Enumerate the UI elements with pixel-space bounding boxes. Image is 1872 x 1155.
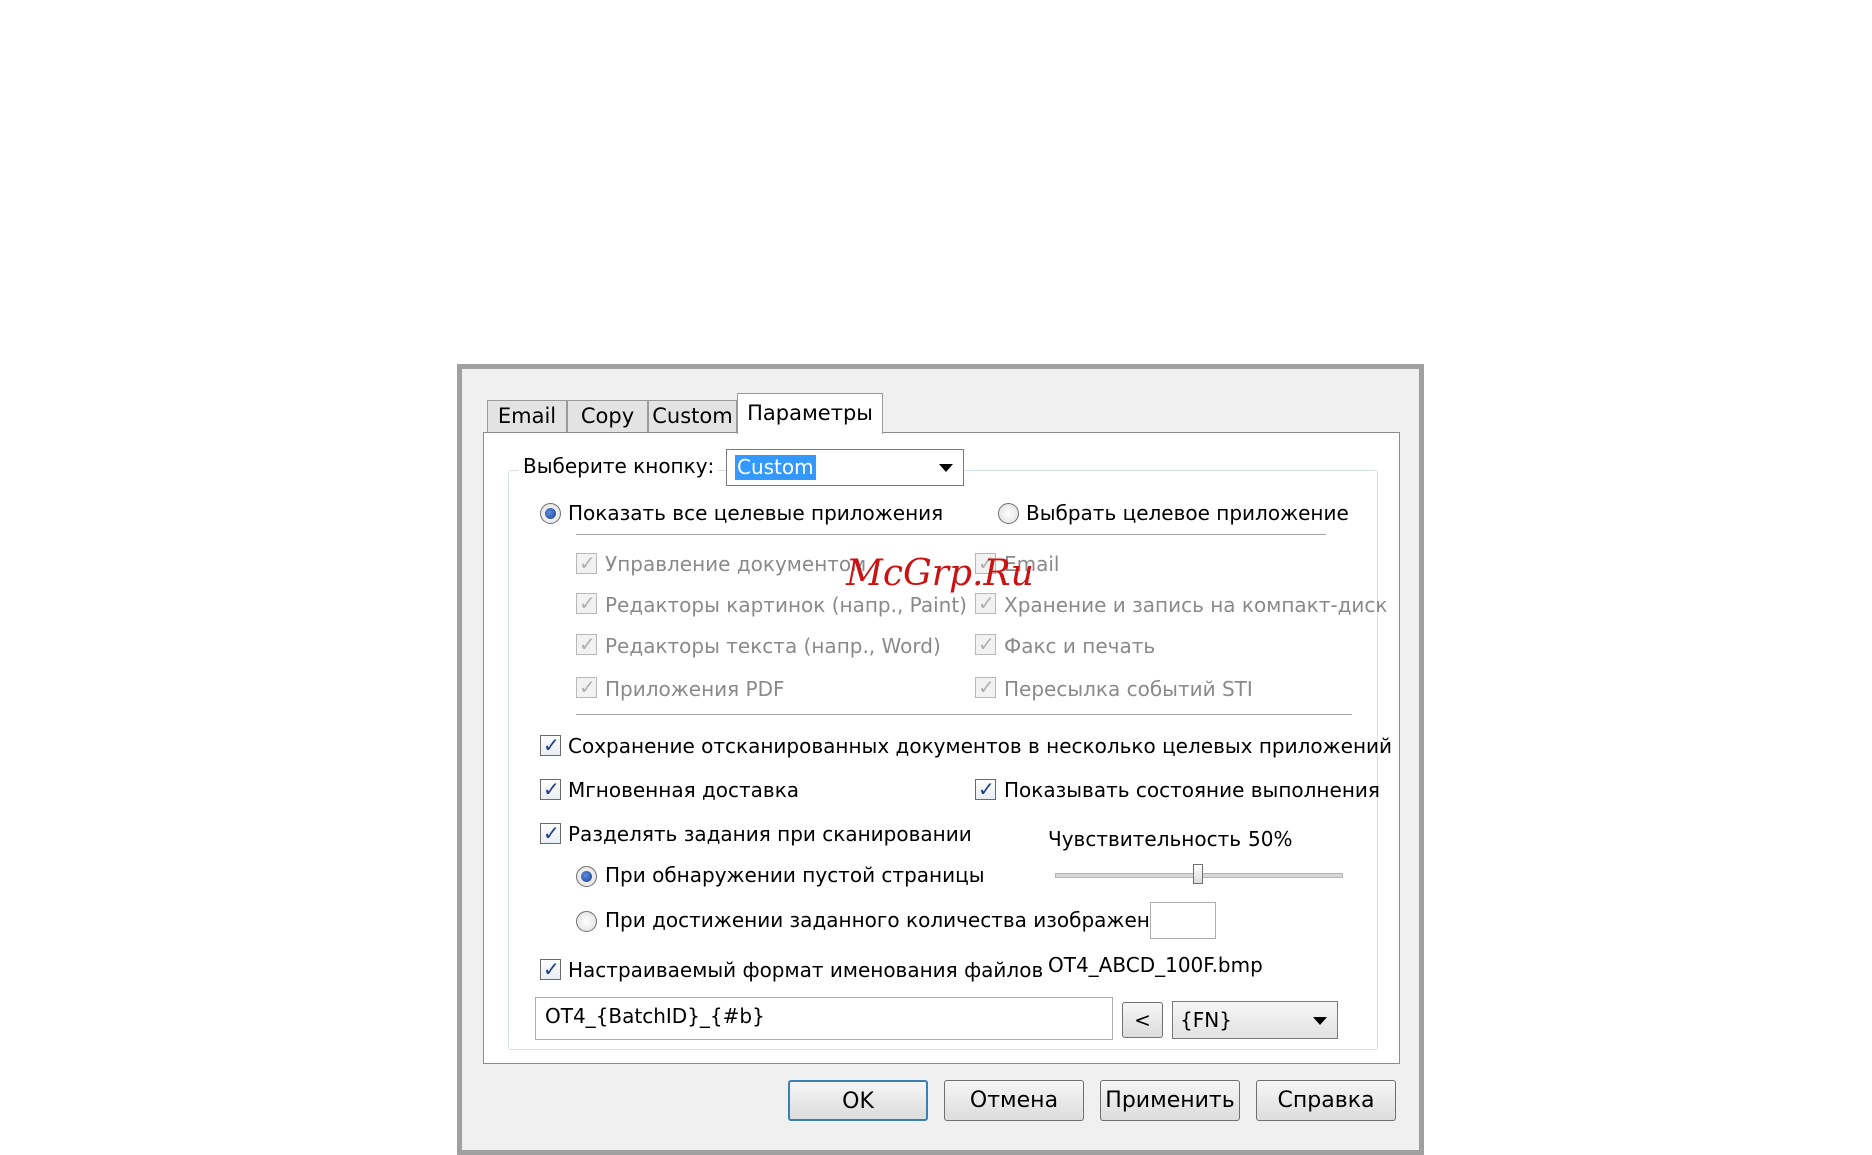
checkbox-fax-print[interactable] bbox=[975, 632, 996, 656]
radio-select-target[interactable] bbox=[998, 503, 1019, 524]
watermark: McGrp.Ru bbox=[846, 553, 1034, 594]
radio-show-all-label: Показать все целевые приложения bbox=[568, 501, 944, 525]
app-type-label: Редакторы картинок (напр., Paint) bbox=[605, 593, 967, 617]
radio-show-all[interactable] bbox=[540, 503, 561, 524]
split-jobs-label: Разделять задания при сканировании bbox=[568, 822, 972, 846]
filename-format-value: OT4_{BatchID}_{#b} bbox=[545, 1004, 765, 1028]
button-select-value: Custom bbox=[735, 455, 816, 480]
tab-parameters[interactable]: Параметры bbox=[737, 393, 883, 434]
cancel-button[interactable]: Отмена bbox=[944, 1080, 1084, 1121]
image-count-label: При достижении заданного количества изоб… bbox=[605, 908, 1176, 932]
custom-naming-label: Настраиваемый формат именования файлов bbox=[568, 958, 1044, 982]
token-select[interactable]: {FN} bbox=[1172, 1001, 1338, 1039]
save-multiple-label: Сохранение отсканированных документов в … bbox=[568, 734, 1393, 758]
blank-page-label: При обнаружении пустой страницы bbox=[605, 863, 985, 887]
help-button[interactable]: Справка bbox=[1256, 1080, 1396, 1121]
chevron-down-icon bbox=[1313, 1017, 1327, 1025]
tab-email[interactable]: Email bbox=[487, 400, 567, 432]
app-type-label: Управление документом bbox=[605, 552, 867, 576]
checkbox-cd-burning[interactable] bbox=[975, 591, 996, 615]
checkbox-instant-delivery[interactable] bbox=[540, 777, 561, 801]
checkbox-document-management[interactable] bbox=[576, 551, 597, 575]
checkbox-custom-naming[interactable] bbox=[540, 957, 561, 981]
sensitivity-value: 50% bbox=[1248, 827, 1293, 851]
filename-preview: OT4_ABCD_100F.bmp bbox=[1048, 953, 1263, 977]
app-type-label: Хранение и запись на компакт-диск bbox=[1004, 593, 1388, 617]
ok-button[interactable]: OK bbox=[788, 1080, 928, 1121]
checkbox-show-progress[interactable] bbox=[975, 777, 996, 801]
checkbox-save-multiple[interactable] bbox=[540, 733, 561, 757]
token-select-value: {FN} bbox=[1180, 1008, 1232, 1032]
checkbox-split-jobs[interactable] bbox=[540, 821, 561, 845]
divider bbox=[576, 714, 1352, 715]
tab-copy[interactable]: Copy bbox=[567, 400, 648, 432]
image-count-input[interactable] bbox=[1150, 902, 1216, 939]
tab-custom[interactable]: Custom bbox=[648, 400, 737, 432]
divider bbox=[576, 534, 1326, 535]
radio-blank-page[interactable] bbox=[576, 866, 597, 887]
sensitivity-slider-thumb[interactable] bbox=[1193, 864, 1203, 884]
checkbox-image-editors[interactable] bbox=[576, 591, 597, 615]
chevron-down-icon bbox=[939, 464, 953, 472]
radio-select-target-label: Выбрать целевое приложение bbox=[1026, 501, 1349, 525]
select-button-label: Выберите кнопку: bbox=[519, 454, 719, 478]
checkbox-sti-events[interactable] bbox=[975, 675, 996, 699]
show-progress-label: Показывать состояние выполнения bbox=[1004, 778, 1380, 802]
sensitivity-label: Чувствительность bbox=[1048, 827, 1242, 851]
app-type-label: Факс и печать bbox=[1004, 634, 1156, 658]
apply-button[interactable]: Применить bbox=[1100, 1080, 1240, 1121]
app-type-label: Редакторы текста (напр., Word) bbox=[605, 634, 941, 658]
radio-image-count[interactable] bbox=[576, 911, 597, 932]
app-type-label: Приложения PDF bbox=[605, 677, 785, 701]
filename-format-input[interactable]: OT4_{BatchID}_{#b} bbox=[535, 997, 1113, 1040]
instant-delivery-label: Мгновенная доставка bbox=[568, 778, 800, 802]
app-type-label: Пересылка событий STI bbox=[1004, 677, 1253, 701]
checkbox-text-editors[interactable] bbox=[576, 632, 597, 656]
insert-token-button[interactable]: < bbox=[1122, 1002, 1163, 1038]
button-select[interactable]: Custom bbox=[726, 449, 964, 486]
checkbox-pdf-apps[interactable] bbox=[576, 675, 597, 699]
